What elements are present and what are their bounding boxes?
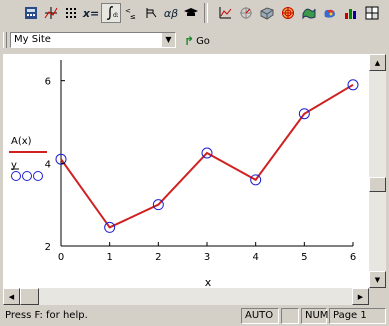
horizontal-scrollbar[interactable]: ◀ ▶ [3, 288, 369, 305]
address-value: My Site [14, 34, 51, 45]
status-help-text: Press F: for help. [5, 310, 88, 321]
status-num: NUM [301, 308, 328, 324]
calculus-icon[interactable]: dx [101, 3, 121, 23]
legend-marker [22, 171, 32, 181]
symbolic-icon[interactable] [181, 3, 201, 23]
3d-scatter-icon[interactable] [299, 3, 319, 23]
math-toolbar: x= dx <≤ αβ [0, 0, 389, 28]
evaluation-icon[interactable]: x= [81, 3, 101, 23]
svg-text:dx: dx [113, 12, 118, 19]
go-button[interactable]: ↱ Go [184, 33, 210, 49]
worksheet-canvas[interactable]: 0123456246 A(x) y x [3, 54, 369, 289]
series-line-a [60, 83, 354, 229]
horizontal-scroll-thumb[interactable] [20, 288, 39, 305]
xy-plot[interactable]: 0 1 2 3 4 5 6246 A(x) y x [3, 54, 369, 289]
status-page: Page 1 [329, 308, 386, 324]
status-blank-pane [281, 308, 299, 324]
patch-plot-icon[interactable] [362, 3, 382, 23]
y-tick-label: 2 [45, 242, 51, 253]
status-bar: Press F: for help. AUTO NUM Page 1 [0, 305, 389, 326]
legend-label-a: A(x) [11, 136, 32, 147]
y-tick-label: 6 [45, 77, 51, 88]
x-tick-label: 0 [58, 252, 64, 263]
scrollbar-corner [369, 288, 386, 305]
legend-marker [33, 171, 43, 181]
vector-field-icon[interactable] [341, 3, 361, 23]
vertical-scroll-thumb[interactable] [369, 177, 386, 192]
greek-icon[interactable]: αβ [161, 3, 181, 23]
3d-bar-icon[interactable] [320, 3, 340, 23]
x-axis-label: x [205, 276, 212, 288]
scroll-down-button[interactable]: ▼ [369, 271, 386, 288]
address-bar-grip [3, 32, 7, 48]
calculator-icon[interactable] [21, 3, 41, 23]
y-tick-label: 4 [45, 159, 51, 170]
boolean-icon[interactable]: < ≤ [121, 3, 141, 23]
legend-marker [11, 171, 21, 181]
go-arrow-icon: ↱ [184, 34, 195, 48]
x-tick-label: 4 [252, 252, 258, 263]
programming-icon[interactable] [141, 3, 161, 23]
graph-toolbar-icon[interactable] [41, 3, 61, 23]
matrix-icon[interactable] [61, 3, 81, 23]
vertical-scrollbar[interactable]: ▲ ▼ [369, 54, 386, 288]
x-tick-label: 2 [155, 252, 161, 263]
svg-text:≤: ≤ [130, 13, 136, 20]
address-combo[interactable]: My Site ▼ [10, 32, 176, 48]
toolbar-separator [204, 3, 208, 23]
x-tick-label: 3 [204, 252, 210, 263]
xy-plot-icon[interactable] [215, 3, 235, 23]
evaluation-icon-label: x= [82, 6, 100, 20]
surface-plot-icon[interactable] [257, 3, 277, 23]
x-tick-label: 6 [350, 252, 356, 263]
polar-plot-icon[interactable] [236, 3, 256, 23]
x-tick-label: 1 [106, 252, 112, 263]
greek-icon-label: αβ [163, 6, 179, 20]
contour-plot-icon[interactable] [278, 3, 298, 23]
scroll-left-button[interactable]: ◀ [3, 288, 20, 305]
scroll-up-button[interactable]: ▲ [369, 54, 386, 71]
status-mode: AUTO [241, 308, 279, 324]
chevron-down-icon[interactable]: ▼ [161, 33, 175, 47]
x-tick-label: 5 [301, 252, 307, 263]
go-label: Go [196, 35, 210, 47]
scroll-right-button[interactable]: ▶ [352, 288, 369, 305]
